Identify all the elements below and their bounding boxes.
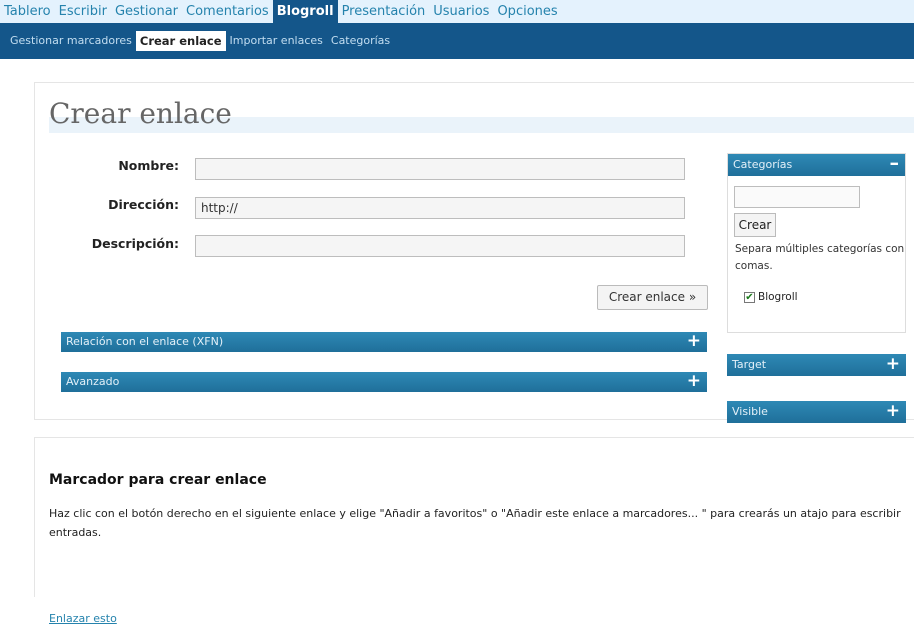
nav-item-opciones[interactable]: Opciones (493, 0, 561, 23)
plus-icon[interactable]: + (886, 400, 900, 422)
sub-navigation: Gestionar marcadores Crear enlace Import… (0, 23, 914, 59)
nav-item-comentarios[interactable]: Comentarios (182, 0, 273, 23)
bookmarklet-description: Haz clic con el botón derecho en el sigu… (49, 507, 901, 539)
checkbox-checked-icon[interactable]: ✔ (744, 291, 755, 303)
description-field[interactable] (195, 235, 685, 257)
visible-box-title: Visible (732, 405, 768, 418)
categories-hint: Separa múltiples categorías con comas. (735, 243, 905, 272)
name-label: Nombre: (118, 158, 179, 173)
subnav-item-gestionar-marcadores[interactable]: Gestionar marcadores (6, 31, 136, 51)
xfn-section-label: Relación con el enlace (XFN) (66, 335, 224, 348)
subnav-item-categorias[interactable]: Categorías (327, 31, 394, 51)
new-category-input[interactable] (734, 186, 860, 208)
advanced-section-label: Avanzado (66, 375, 120, 388)
page-title: Crear enlace (49, 97, 232, 130)
plus-icon[interactable]: + (886, 353, 900, 375)
bookmarklet-panel: Marcador para crear enlace Haz clic con … (34, 437, 914, 625)
url-label: Dirección: (108, 197, 179, 212)
categories-box-header[interactable]: Categorías – (728, 152, 905, 176)
nav-item-escribir[interactable]: Escribir (55, 0, 111, 23)
target-box-header[interactable]: Target + (727, 354, 906, 376)
subnav-item-crear-enlace[interactable]: Crear enlace (135, 31, 226, 51)
bookmarklet-title: Marcador para crear enlace (49, 472, 267, 488)
advanced-section-header[interactable]: Avanzado + (61, 371, 707, 392)
bookmarklet-link[interactable]: Enlazar esto (49, 612, 117, 625)
target-box-title: Target (732, 358, 767, 371)
name-field[interactable] (195, 158, 685, 180)
create-link-button[interactable]: Crear enlace » (597, 285, 708, 310)
category-blogroll-option[interactable]: ✔ Blogroll (744, 291, 798, 303)
nav-item-blogroll[interactable]: Blogroll (272, 0, 338, 23)
plus-icon[interactable]: + (687, 371, 701, 391)
create-category-button[interactable]: Crear (734, 213, 776, 237)
subnav-item-importar-enlaces[interactable]: Importar enlaces (226, 31, 327, 51)
xfn-section-header[interactable]: Relación con el enlace (XFN) + (61, 331, 707, 352)
category-blogroll-label: Blogroll (758, 291, 798, 303)
description-label: Descripción: (91, 236, 179, 251)
visible-box-header[interactable]: Visible + (727, 401, 906, 423)
nav-item-tablero[interactable]: Tablero (0, 0, 55, 23)
plus-icon[interactable]: + (687, 331, 701, 351)
nav-item-presentacion[interactable]: Presentación (338, 0, 430, 23)
categories-box-title: Categorías (733, 158, 793, 171)
categories-box: Categorías – Crear Separa múltiples cate… (727, 152, 906, 333)
minus-icon[interactable]: – (890, 152, 900, 174)
top-navigation: Tablero Escribir Gestionar Comentarios B… (0, 0, 914, 23)
url-field[interactable] (195, 197, 685, 219)
nav-item-usuarios[interactable]: Usuarios (429, 0, 493, 23)
nav-item-gestionar[interactable]: Gestionar (111, 0, 182, 23)
